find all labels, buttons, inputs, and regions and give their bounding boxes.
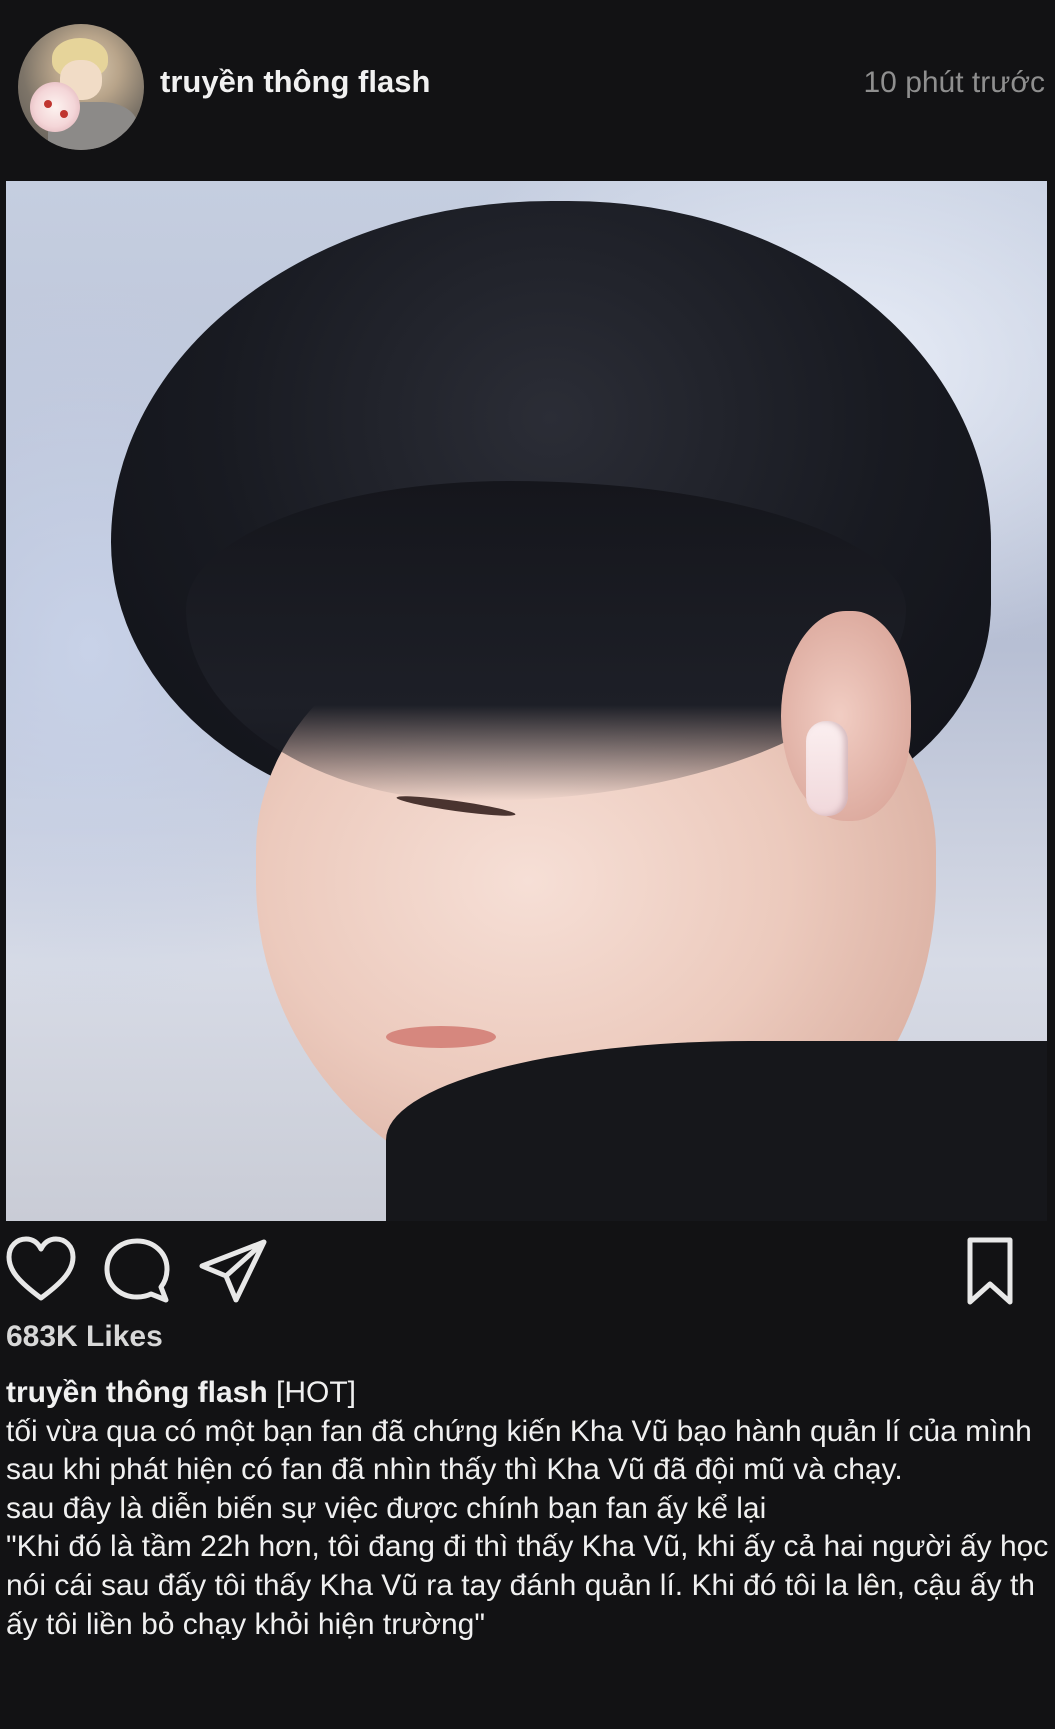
caption-line-2: sau đây là diễn biến sự việc được chính … [6,1491,767,1525]
post-username[interactable]: truyền thông flash [160,64,430,100]
photo-lips-shape [386,1026,496,1048]
post-timestamp: 10 phút trước [863,66,1045,99]
photo-earbud-shape [806,721,848,816]
post-caption: truyền thông flash [HOT] tối vừa qua có … [6,1374,1051,1644]
comment-icon[interactable] [100,1234,174,1308]
avatar[interactable] [18,24,144,150]
likes-count[interactable]: 683K Likes [6,1320,163,1354]
caption-header-line: truyền thông flash [HOT] [6,1374,1051,1413]
paper-plane-icon[interactable] [196,1234,270,1308]
avatar-cake-shape [30,82,80,132]
bookmark-icon[interactable] [960,1234,1020,1308]
caption-line-1: tối vừa qua có một bạn fan đã chứng kiến… [6,1414,1032,1487]
caption-username[interactable]: truyền thông flash [6,1376,268,1409]
caption-line-3: "Khi đó là tầm 22h hơn, tôi đang đi thì … [6,1530,1049,1641]
post-header: truyền thông flash 10 phút trước [0,0,1055,176]
post-actions [0,1228,1055,1308]
post-photo[interactable] [6,181,1047,1221]
heart-icon[interactable] [4,1234,78,1308]
caption-tag: [HOT] [276,1376,357,1409]
